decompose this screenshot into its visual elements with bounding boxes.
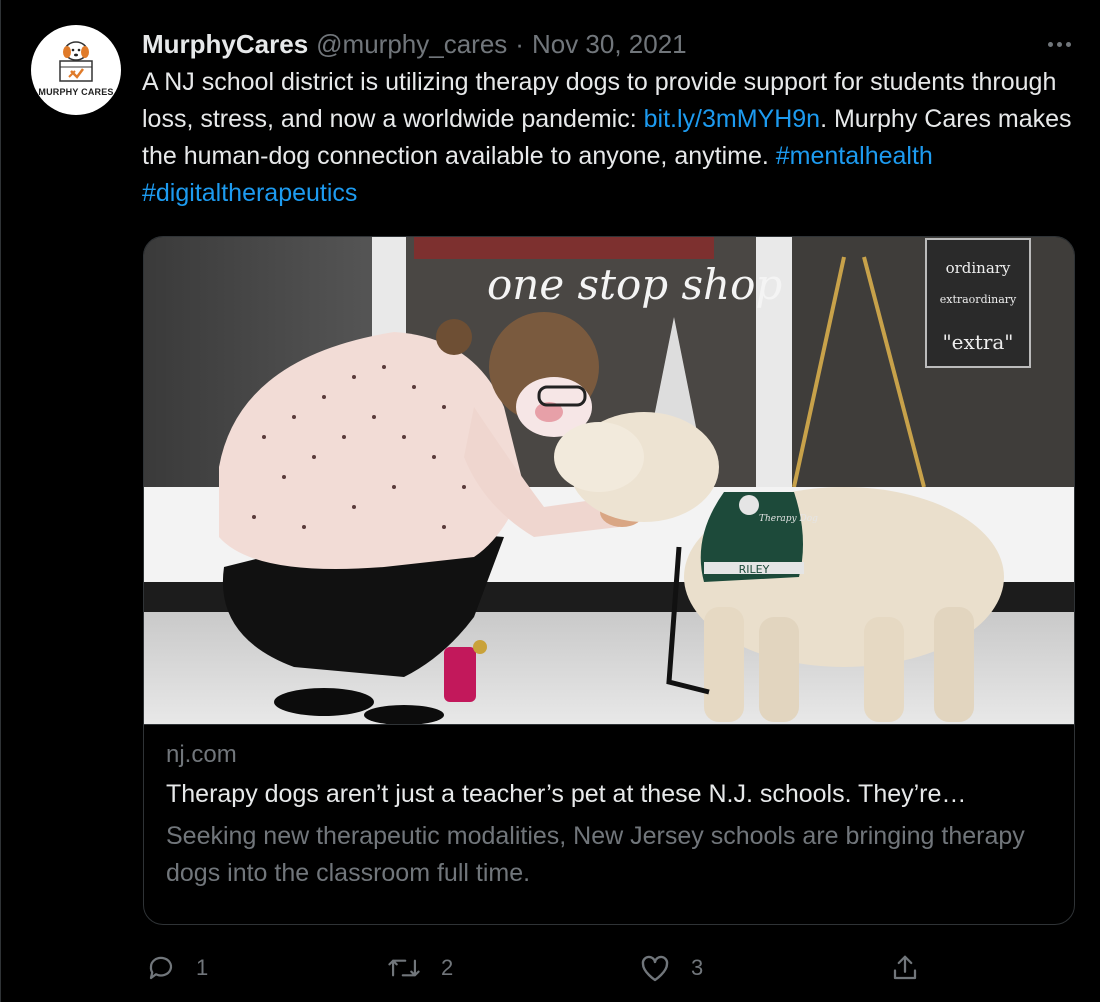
retweet-count: 2 bbox=[441, 955, 454, 980]
tweet-link[interactable]: bit.ly/3mMYH9n bbox=[644, 105, 820, 133]
card-photo: one stop shop ordinary extraordinary "ex… bbox=[144, 237, 1074, 724]
tweet[interactable]: MURPHY CARES MurphyCares @murphy_cares ·… bbox=[0, 0, 1100, 1002]
like-button[interactable]: 3 bbox=[639, 948, 703, 988]
link-card[interactable]: one stop shop ordinary extraordinary "ex… bbox=[143, 236, 1075, 925]
murphy-cares-logo bbox=[59, 41, 93, 82]
reply-icon bbox=[149, 956, 173, 980]
like-icon bbox=[641, 955, 669, 982]
share-icon bbox=[893, 955, 917, 980]
card-domain: nj.com bbox=[166, 741, 237, 768]
retweet-button[interactable]: 2 bbox=[387, 948, 453, 988]
tweet-text: A NJ school district is utilizing therap… bbox=[142, 64, 1077, 212]
reply-count: 1 bbox=[196, 955, 209, 980]
reply-button[interactable]: 1 bbox=[146, 948, 208, 988]
logo-text: MURPHY CARES bbox=[38, 87, 114, 97]
like-count: 3 bbox=[691, 955, 704, 980]
card-image[interactable]: one stop shop ordinary extraordinary "ex… bbox=[144, 237, 1074, 724]
window-sign-text: one stop shop bbox=[487, 260, 782, 309]
more-icon[interactable] bbox=[1041, 32, 1077, 56]
tweet-actions: 1 2 3 bbox=[142, 948, 1077, 988]
avatar[interactable]: MURPHY CARES bbox=[31, 25, 121, 115]
tweet-date[interactable]: Nov 30, 2021 bbox=[532, 29, 687, 60]
retweet-icon bbox=[388, 959, 420, 977]
poster-line1: ordinary bbox=[946, 259, 1011, 277]
poster-line2: extraordinary bbox=[940, 293, 1017, 306]
poster-line3: "extra" bbox=[942, 330, 1013, 354]
separator: · bbox=[515, 28, 524, 59]
tweet-header: MurphyCares @murphy_cares · Nov 30, 2021 bbox=[142, 27, 687, 61]
author-name[interactable]: MurphyCares bbox=[142, 29, 308, 60]
hashtag-digitaltherapeutics[interactable]: #digitaltherapeutics bbox=[142, 179, 357, 207]
card-meta[interactable]: nj.com Therapy dogs aren’t just a teache… bbox=[144, 724, 1074, 924]
card-title: Therapy dogs aren’t just a teacher’s pet… bbox=[166, 780, 967, 808]
vest-label: RILEY bbox=[739, 563, 770, 576]
share-button[interactable] bbox=[890, 948, 920, 988]
card-description: Seeking new therapeutic modalities, New … bbox=[166, 822, 1025, 887]
hashtag-mentalhealth[interactable]: #mentalhealth bbox=[776, 142, 933, 170]
author-handle[interactable]: @murphy_cares bbox=[316, 29, 507, 60]
vest-patch: Therapy Dog bbox=[759, 514, 818, 524]
